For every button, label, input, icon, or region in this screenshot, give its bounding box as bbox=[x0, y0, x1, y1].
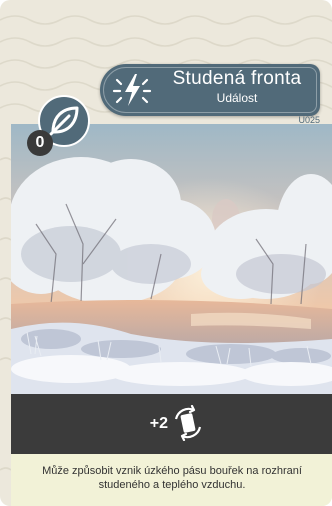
rotating-card-icon bbox=[174, 405, 202, 441]
lightning-cold-icon bbox=[112, 74, 152, 106]
game-card[interactable]: Studená fronta Událost U025 0 +2 Může zp… bbox=[0, 0, 332, 506]
cost-value: 0 bbox=[35, 134, 45, 151]
winter-landscape-image bbox=[11, 124, 332, 394]
effect-value: +2 bbox=[149, 415, 168, 432]
card-code: U025 bbox=[298, 115, 320, 125]
card-type: Událost bbox=[216, 91, 258, 105]
card-description: Může způsobit vznik úzkého pásu bouřek n… bbox=[42, 465, 302, 491]
card-title: Studená fronta bbox=[172, 68, 302, 89]
